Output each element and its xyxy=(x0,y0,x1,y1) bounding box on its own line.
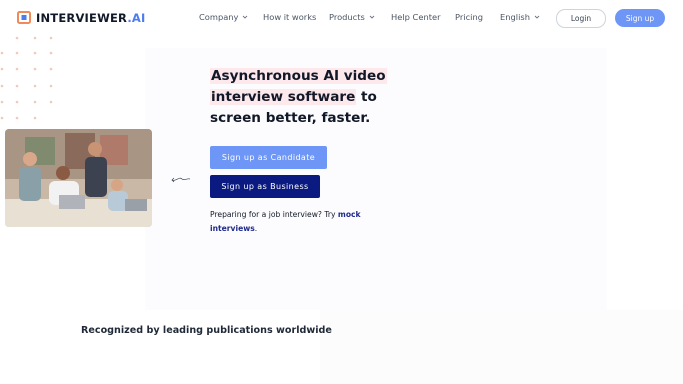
team-photo xyxy=(5,129,152,227)
signup-business-button[interactable]: Sign up as Business xyxy=(210,175,320,198)
chevron-down-icon xyxy=(534,15,540,19)
login-button[interactable]: Login xyxy=(556,9,606,28)
prep-period: . xyxy=(254,224,258,233)
nav-how-it-works-label: How it works xyxy=(263,12,317,22)
prep-text: Preparing for a job interview? Try xyxy=(210,210,338,219)
hero-headline: Asynchronous AI video interview software… xyxy=(210,66,410,129)
site-header: INTERVIEWER.AI Company How it works Prod… xyxy=(0,0,683,36)
curved-arrow-icon xyxy=(171,177,191,183)
nav-company[interactable]: Company xyxy=(199,12,249,22)
decorative-dot-grid xyxy=(0,36,53,120)
interview-prep-text: Preparing for a job interview? Try mock … xyxy=(210,208,390,236)
signup-candidate-button[interactable]: Sign up as Candidate xyxy=(210,146,327,169)
headline-text-4: screen better, faster. xyxy=(210,110,371,126)
interviewer-logo-icon xyxy=(17,11,31,24)
nav-company-label: Company xyxy=(199,12,239,22)
section-background xyxy=(320,310,683,384)
nav-pricing-label: Pricing xyxy=(455,12,483,22)
chevron-down-icon xyxy=(369,15,375,19)
nav-products-label: Products xyxy=(329,12,365,22)
brand-logo[interactable]: INTERVIEWER.AI xyxy=(17,10,145,25)
brand-name: INTERVIEWER.AI xyxy=(36,10,146,25)
nav-help-center-label: Help Center xyxy=(391,12,441,22)
headline-highlight-1: Asynchronous AI video xyxy=(210,68,387,84)
language-label: English xyxy=(500,12,530,22)
nav-how-it-works[interactable]: How it works xyxy=(263,12,316,22)
headline-text-3: to xyxy=(356,89,377,105)
nav-products[interactable]: Products xyxy=(329,12,376,22)
recognized-heading: Recognized by leading publications world… xyxy=(81,325,332,336)
language-selector[interactable]: English xyxy=(500,12,541,22)
chevron-down-icon xyxy=(243,15,248,19)
nav-pricing[interactable]: Pricing xyxy=(455,12,483,22)
nav-help-center[interactable]: Help Center xyxy=(391,12,440,22)
headline-highlight-2: interview software xyxy=(210,89,357,105)
signup-button[interactable]: Sign up xyxy=(615,9,665,27)
